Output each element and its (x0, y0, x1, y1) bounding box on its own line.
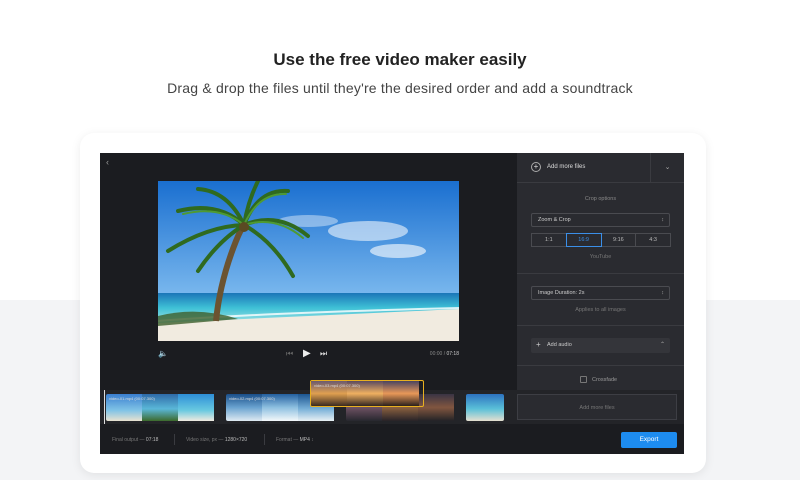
page-subheading: Drag & drop the files until they're the … (167, 80, 633, 96)
crossfade-checkbox[interactable] (580, 376, 587, 383)
divider (264, 434, 265, 445)
plus-circle-icon: + (531, 162, 541, 172)
select-caret-icon: ↕ (661, 217, 664, 223)
status-bar: Final output — 07:18 Video size, px — 12… (100, 424, 684, 454)
video-size-value: 1280×720 (224, 437, 248, 443)
divider (174, 434, 175, 445)
play-icon[interactable]: ▶ (303, 348, 311, 359)
playhead[interactable] (104, 390, 105, 424)
timeline-clip[interactable] (466, 394, 504, 421)
time-total: 07:18 (446, 351, 459, 357)
time-current: 00:00 (429, 351, 443, 357)
add-audio-button[interactable]: + Add audio ⌃ (531, 338, 670, 353)
video-size: Video size, px — 1280×720 (186, 437, 247, 443)
select-caret-icon: ↕ (661, 290, 664, 296)
final-output-label: Final output — (112, 437, 145, 443)
export-button[interactable]: Export (621, 432, 677, 448)
applies-note: Applies to all images (575, 307, 626, 313)
ratio-1-1[interactable]: 1:1 (531, 233, 567, 247)
plus-icon: + (536, 340, 541, 349)
crop-mode-select[interactable]: Zoom & Crop ↕ (531, 213, 670, 227)
ratio-4-3[interactable]: 4:3 (635, 233, 671, 247)
image-duration-value: Image Duration: 2s (538, 290, 585, 296)
video-preview (158, 181, 459, 341)
clip-name: video-01.mp4 (00:07.300) (109, 396, 155, 401)
add-files-button[interactable]: + Add more files ⌄ (517, 153, 684, 183)
divider (517, 365, 684, 366)
clip-name: video-03.mp4 (00:07.300) (314, 383, 360, 388)
format-select[interactable]: Format — MP4 ↕ (276, 437, 314, 443)
crop-options-title: Crop options (584, 196, 617, 202)
platform-label: YouTube (589, 254, 612, 260)
add-files-label: Add more files (547, 164, 586, 170)
player-controls: 🔈 ⏮ ▶ ⏭ 00:00 / 07:18 (158, 348, 459, 361)
crossfade-label: Crossfade (592, 377, 618, 383)
clip-frame (178, 394, 214, 421)
volume-icon[interactable]: 🔈 (158, 349, 168, 358)
chevron-left-icon[interactable]: ‹ (106, 157, 109, 167)
final-output: Final output — 07:18 (112, 437, 158, 443)
timeline-clip-dragging[interactable]: video-03.mp4 (00:07.300) (310, 380, 424, 407)
crop-mode-value: Zoom & Crop (538, 217, 571, 223)
clip-frame (383, 381, 419, 406)
add-audio-label: Add audio (547, 342, 572, 348)
timeline-clip[interactable]: video-01.mp4 (00:07.300) (106, 394, 216, 421)
clip-frame (466, 394, 504, 421)
clip-name: video-02.mp4 (00:07.300) (229, 396, 275, 401)
divider (517, 325, 684, 326)
add-more-files-dropzone[interactable]: Add more files (517, 394, 677, 420)
skip-forward-icon[interactable]: ⏭ (320, 349, 327, 359)
page-heading: Use the free video maker easily (273, 50, 527, 69)
chevron-down-icon[interactable]: ⌄ (650, 153, 684, 183)
video-editor: ‹ 🔈 ⏮ ▶ ⏭ 00:00 / 07:18 + Add more files… (100, 153, 684, 454)
playback-time: 00:00 / 07:18 (430, 351, 459, 357)
ratio-16-9[interactable]: 16:9 (565, 233, 602, 247)
final-output-value: 07:18 (145, 437, 159, 443)
ratio-9-16[interactable]: 9:16 (600, 233, 637, 247)
time-separator: / (443, 351, 446, 357)
divider (517, 273, 684, 274)
select-caret-icon: ↕ (311, 437, 314, 443)
skip-back-icon[interactable]: ⏮ (286, 349, 293, 359)
timeline: video-01.mp4 (00:07.300) video-02.mp4 (0… (100, 380, 684, 424)
beach-palm-image (158, 181, 459, 341)
image-duration-select[interactable]: Image Duration: 2s ↕ (531, 286, 670, 300)
format-value: MP4 (299, 437, 310, 443)
video-size-label: Video size, px — (186, 437, 224, 443)
chevron-up-icon[interactable]: ⌃ (660, 341, 665, 348)
format-label: Format — (276, 437, 299, 443)
aspect-ratio-group: 1:1 16:9 9:16 4:3 (531, 233, 671, 247)
settings-panel: + Add more files ⌄ Crop options Zoom & C… (517, 153, 684, 390)
